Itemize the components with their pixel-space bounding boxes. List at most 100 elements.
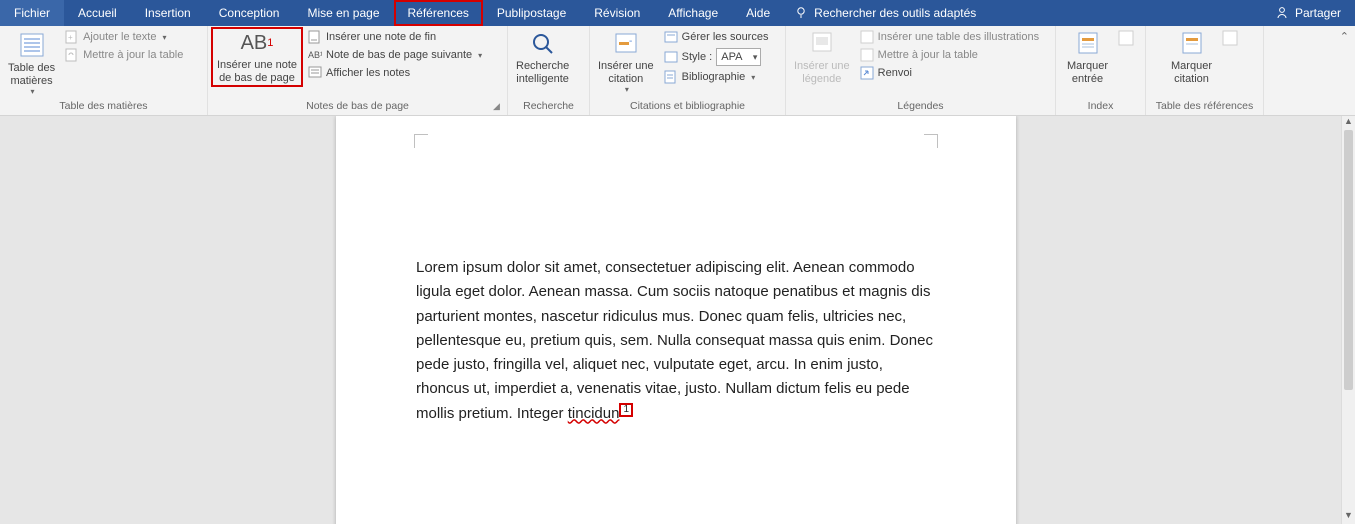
body-text[interactable]: Lorem ipsum dolor sit amet, consectetuer…	[416, 256, 936, 426]
insert-tof-label: Insérer une table des illustrations	[878, 31, 1039, 43]
insert-endnote-label: Insérer une note de fin	[326, 31, 436, 43]
tab-conception[interactable]: Conception	[205, 0, 294, 26]
toc-button[interactable]: Table des matières ▾	[4, 28, 59, 98]
scroll-thumb[interactable]	[1344, 130, 1353, 390]
group-captions: Insérer une légende Insérer une table de…	[786, 26, 1056, 115]
chevron-down-icon: ▾	[478, 51, 482, 60]
group-research: Recherche intelligente Recherche	[508, 26, 590, 115]
cross-ref-icon	[860, 66, 874, 80]
insert-toa-icon	[1222, 30, 1238, 46]
cross-ref-button[interactable]: Renvoi	[856, 64, 1043, 82]
update-toc-button[interactable]: Mettre à jour la table	[61, 46, 187, 64]
smart-lookup-button[interactable]: Recherche intelligente	[512, 28, 573, 87]
group-index-label: Index	[1060, 98, 1141, 115]
insert-toa-button[interactable]	[1218, 28, 1242, 48]
margin-marker-tl	[414, 134, 428, 148]
next-footnote-label: Note de bas de page suivante	[326, 49, 472, 61]
update-captions-button[interactable]: Mettre à jour la table	[856, 46, 1043, 64]
style-icon	[664, 50, 678, 64]
insert-index-button[interactable]	[1114, 28, 1138, 48]
group-research-label: Recherche	[512, 98, 585, 115]
chevron-down-icon: ▾	[751, 73, 755, 82]
insert-caption-button[interactable]: Insérer une légende	[790, 28, 854, 87]
svg-text:-: -	[629, 36, 632, 47]
add-text-label: Ajouter le texte	[83, 31, 156, 43]
scroll-up-arrow[interactable]: ▲	[1342, 116, 1355, 130]
endnote-icon	[308, 30, 322, 44]
tab-insertion[interactable]: Insertion	[131, 0, 205, 26]
tellme-search[interactable]: Rechercher des outils adaptés	[784, 0, 986, 26]
toc-icon	[17, 30, 47, 60]
group-captions-label: Légendes	[790, 98, 1051, 115]
manage-sources-label: Gérer les sources	[682, 31, 769, 43]
insert-citation-label: Insérer une citation	[598, 60, 654, 85]
manage-sources-button[interactable]: Gérer les sources	[660, 28, 773, 46]
mark-entry-icon	[1074, 30, 1102, 58]
add-text-icon: +	[65, 30, 79, 44]
insert-footnote-label: Insérer une note de bas de page	[217, 59, 297, 84]
paragraph-text: Lorem ipsum dolor sit amet, consectetuer…	[416, 259, 933, 422]
style-label: Style :	[682, 51, 713, 63]
group-index: Marquer entrée Index	[1056, 26, 1146, 115]
bibliography-label: Bibliographie	[682, 71, 746, 83]
tab-affichage[interactable]: Affichage	[654, 0, 732, 26]
footnote-mark[interactable]: 1	[619, 403, 633, 417]
tof-icon	[860, 30, 874, 44]
insert-citation-button[interactable]: - Insérer une citation ▾	[594, 28, 658, 96]
tab-mise-en-page[interactable]: Mise en page	[293, 0, 393, 26]
document-area[interactable]: Lorem ipsum dolor sit amet, consectetuer…	[0, 116, 1341, 524]
mark-citation-button[interactable]: Marquer citation	[1167, 28, 1216, 87]
share-icon	[1275, 6, 1289, 20]
share-button[interactable]: Partager	[1261, 0, 1355, 26]
search-icon	[529, 30, 557, 58]
tab-accueil[interactable]: Accueil	[64, 0, 131, 26]
tab-publipostage[interactable]: Publipostage	[483, 0, 580, 26]
manage-sources-icon	[664, 30, 678, 44]
insert-caption-label: Insérer une légende	[794, 60, 850, 85]
group-citations: - Insérer une citation ▾ Gérer les sourc…	[590, 26, 786, 115]
citation-icon: -	[612, 30, 640, 58]
lightbulb-icon	[794, 6, 808, 20]
mark-citation-label: Marquer citation	[1171, 60, 1212, 85]
insert-footnote-button[interactable]: AB1 Insérer une note de bas de page	[212, 28, 302, 86]
show-notes-button[interactable]: Afficher les notes	[304, 64, 486, 82]
ribbon: Table des matières ▾ + Ajouter le texte …	[0, 26, 1355, 116]
page: Lorem ipsum dolor sit amet, consectetuer…	[336, 116, 1016, 524]
toc-label: Table des matières	[8, 62, 55, 87]
scroll-down-arrow[interactable]: ▼	[1342, 510, 1355, 524]
mark-entry-label: Marquer entrée	[1067, 60, 1108, 85]
insert-index-icon	[1118, 30, 1134, 46]
vertical-scrollbar[interactable]: ▲ ▼	[1341, 116, 1355, 524]
tab-bar: Fichier Accueil Insertion Conception Mis…	[0, 0, 1355, 26]
add-text-button[interactable]: + Ajouter le texte ▾	[61, 28, 187, 46]
show-notes-icon	[308, 66, 322, 80]
style-select-row: Style : APA	[660, 46, 773, 68]
share-label: Partager	[1295, 6, 1341, 20]
group-footnotes: AB1 Insérer une note de bas de page Insé…	[208, 26, 508, 115]
insert-tof-button[interactable]: Insérer une table des illustrations	[856, 28, 1043, 46]
group-footnotes-label: Notes de bas de page	[212, 98, 503, 115]
tab-aide[interactable]: Aide	[732, 0, 784, 26]
tab-fichier[interactable]: Fichier	[0, 0, 64, 26]
group-toa: Marquer citation Table des références	[1146, 26, 1264, 115]
collapse-ribbon-icon[interactable]: ⌃	[1340, 30, 1349, 43]
insert-endnote-button[interactable]: Insérer une note de fin	[304, 28, 486, 46]
footnote-icon: AB1	[235, 30, 280, 57]
tab-revision[interactable]: Révision	[580, 0, 654, 26]
svg-text:AB¹: AB¹	[308, 50, 322, 60]
next-footnote-button[interactable]: AB¹ Note de bas de page suivante ▾	[304, 46, 486, 64]
mark-entry-button[interactable]: Marquer entrée	[1063, 28, 1112, 87]
style-select[interactable]: APA	[716, 48, 761, 66]
refresh-icon	[860, 48, 874, 62]
cross-ref-label: Renvoi	[878, 67, 912, 79]
tab-references[interactable]: Références	[394, 0, 483, 26]
show-notes-label: Afficher les notes	[326, 67, 410, 79]
spelling-error[interactable]: tincidun	[568, 405, 620, 422]
chevron-down-icon: ▾	[162, 33, 166, 42]
group-toc-label: Table des matières	[4, 98, 203, 115]
chevron-down-icon: ▾	[31, 87, 35, 96]
bibliography-button[interactable]: Bibliographie ▾	[660, 68, 773, 86]
footnotes-launcher[interactable]: ◢	[493, 101, 505, 113]
svg-text:+: +	[68, 33, 73, 42]
mark-citation-icon	[1178, 30, 1206, 58]
